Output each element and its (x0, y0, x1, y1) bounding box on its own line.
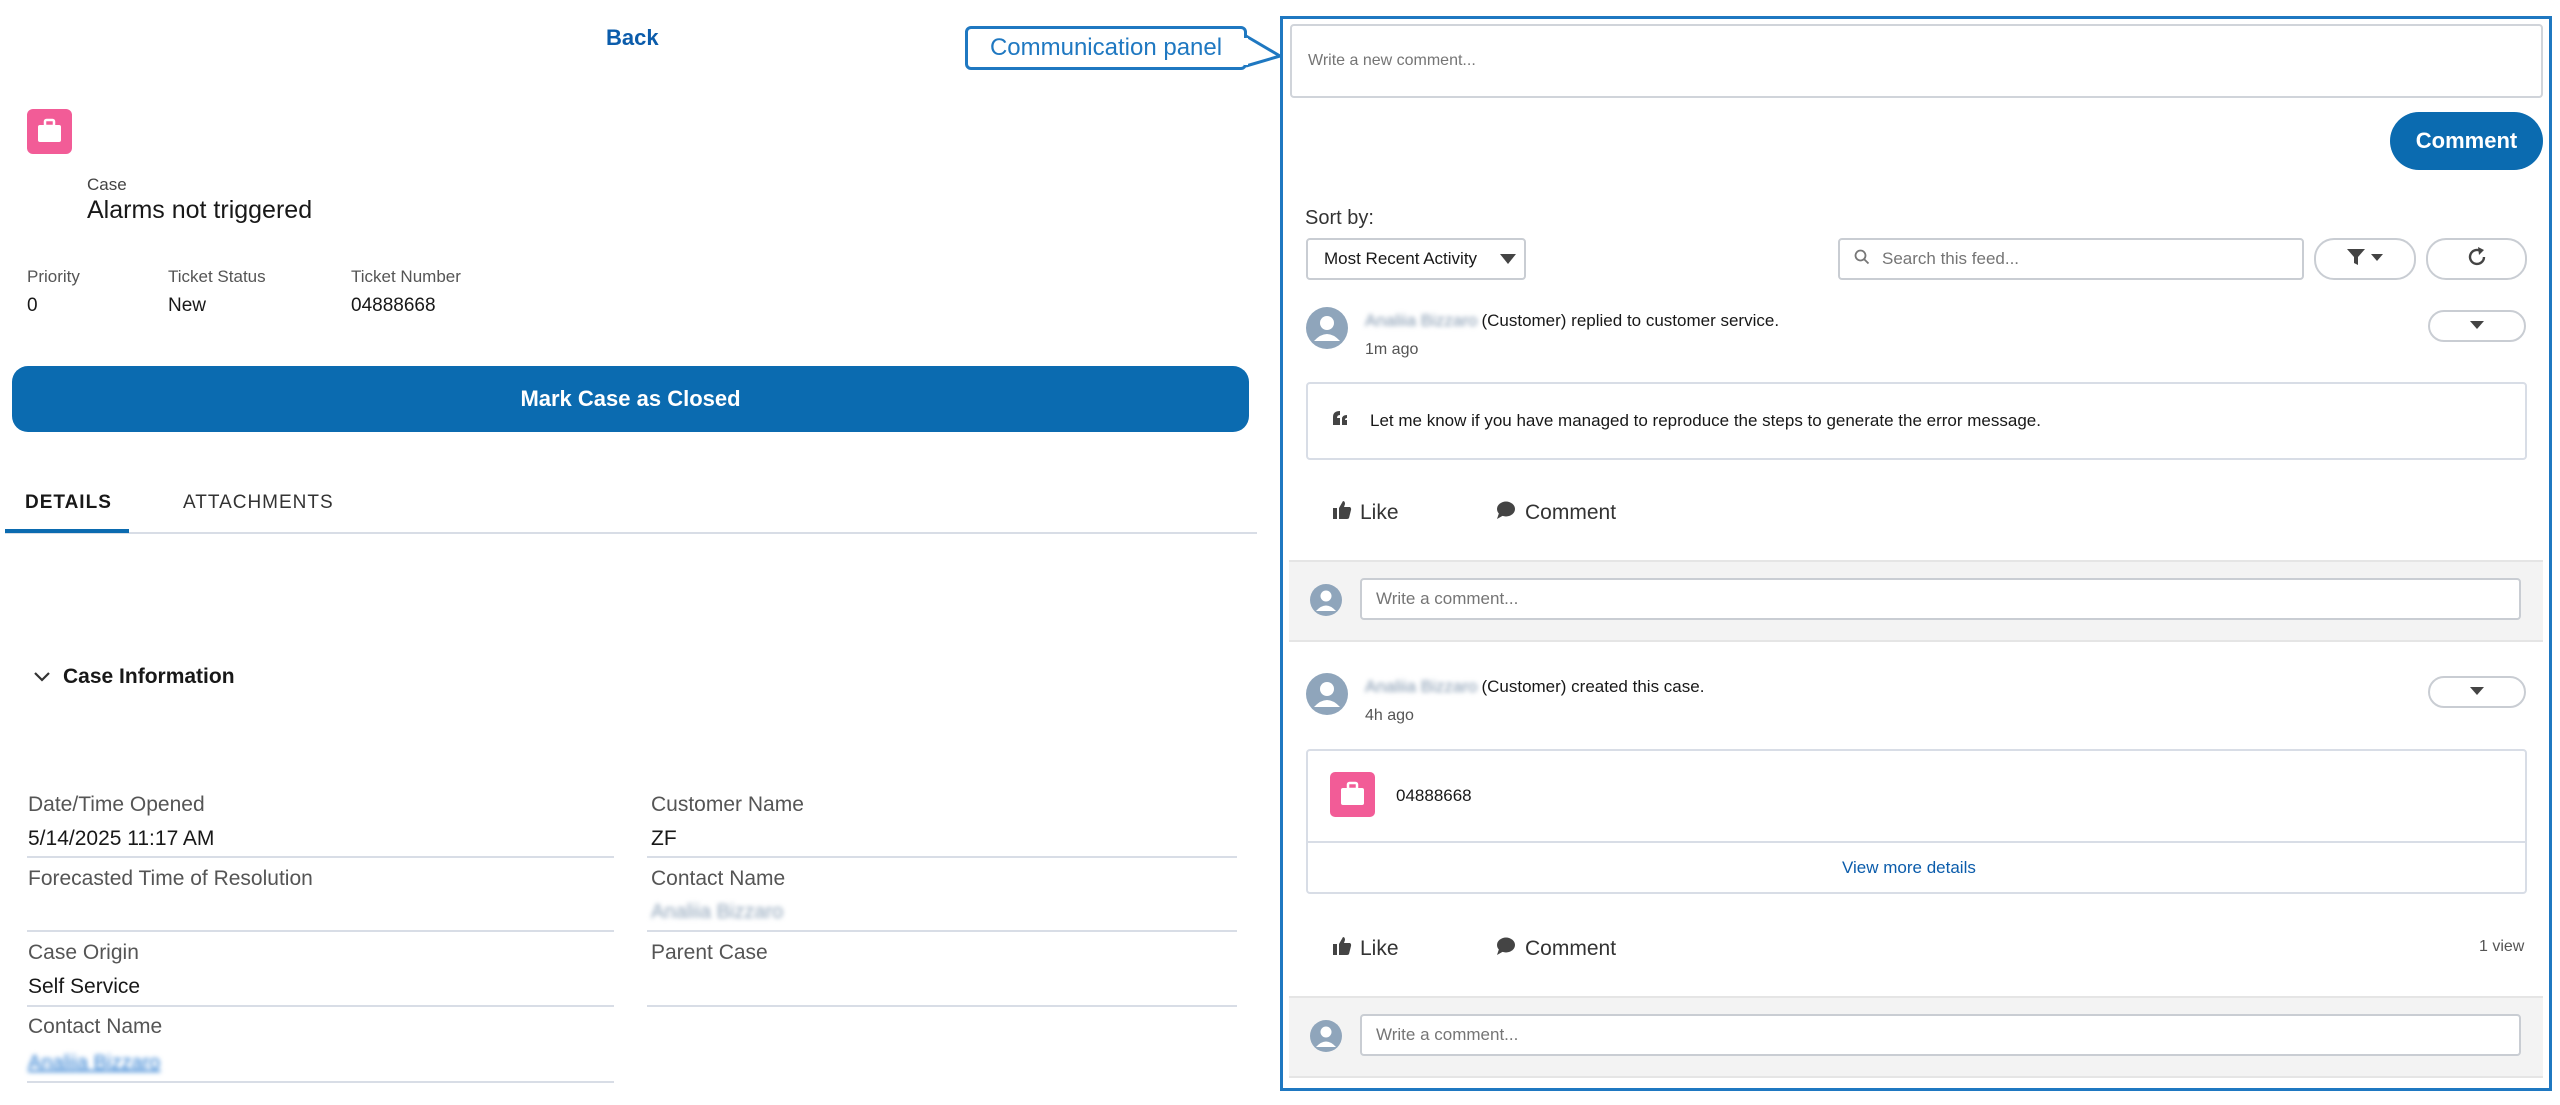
contact-name-label: Contact Name (651, 867, 786, 890)
customer-name-value: ZF (651, 827, 677, 850)
field-divider (27, 930, 614, 932)
post-timestamp[interactable]: 4h ago (1365, 707, 1414, 725)
search-icon (1854, 249, 1870, 270)
chevron-down-icon (2469, 683, 2485, 701)
like-icon (1332, 500, 1352, 526)
post-menu-button[interactable] (2428, 676, 2526, 708)
view-more-details-link[interactable]: View more details (1842, 858, 1976, 878)
tabs-divider (5, 532, 1257, 534)
search-feed-field[interactable] (1838, 238, 2304, 280)
sort-label: Sort by: (1305, 207, 1374, 229)
parent-case-label: Parent Case (651, 941, 768, 964)
mark-case-closed-button[interactable]: Mark Case as Closed (12, 366, 1249, 432)
post-author[interactable]: Analiia Bizzaro (1365, 311, 1477, 331)
field-divider (647, 1005, 1237, 1007)
comment-action-label: Comment (1525, 501, 1617, 524)
quote-icon (1330, 409, 1352, 434)
case-icon (27, 109, 72, 154)
avatar-icon (1310, 1020, 1342, 1052)
object-type-label: Case (87, 175, 127, 194)
filter-icon (2345, 247, 2385, 272)
field-divider (647, 856, 1237, 858)
field-divider (27, 1005, 614, 1007)
filter-button[interactable] (2314, 238, 2416, 280)
new-comment-input[interactable] (1290, 24, 2543, 98)
search-feed-input[interactable] (1880, 248, 2280, 270)
like-icon (1332, 936, 1352, 962)
communication-panel-frame (1280, 16, 2552, 1091)
case-icon (1330, 772, 1375, 817)
section-title: Case Information (63, 665, 235, 688)
sort-value: Most Recent Activity (1324, 249, 1478, 268)
comment-action-label: Comment (1525, 937, 1617, 960)
forecast-label: Forecasted Time of Resolution (28, 867, 313, 890)
tab-attachments[interactable]: ATTACHMENTS (183, 492, 334, 514)
post-timestamp[interactable]: 1m ago (1365, 341, 1418, 359)
like-button[interactable]: Like (1332, 936, 1399, 962)
reply-input[interactable] (1360, 578, 2521, 620)
card-divider (1308, 841, 2525, 843)
chevron-down-icon (33, 668, 51, 686)
post-body-text: Let me know if you have managed to repro… (1370, 411, 2041, 430)
refresh-icon (2465, 245, 2489, 274)
case-origin-label: Case Origin (28, 941, 139, 964)
case-origin-value: Self Service (28, 975, 141, 998)
case-preview-number[interactable]: 04888668 (1396, 786, 1472, 806)
contact-name-2-label: Contact Name (28, 1015, 163, 1038)
like-button[interactable]: Like (1332, 500, 1399, 526)
communication-panel-callout: Communication panel (965, 26, 1247, 70)
field-divider (647, 930, 1237, 932)
like-label: Like (1360, 501, 1399, 524)
avatar-icon (1306, 673, 1348, 715)
date-opened-label: Date/Time Opened (28, 793, 205, 816)
date-opened-value: 5/14/2025 11:17 AM (28, 827, 215, 850)
comment-button[interactable]: Comment (2390, 112, 2543, 170)
comment-icon (1495, 936, 1517, 962)
field-divider (27, 856, 614, 858)
customer-name-label: Customer Name (651, 793, 804, 816)
comment-action-button[interactable]: Comment (1495, 500, 1616, 526)
callout-pointer (1244, 34, 1282, 68)
contact-name-value: Analiia Bizzaro (651, 901, 784, 923)
post-body-card: Let me know if you have managed to repro… (1306, 382, 2527, 460)
post-header: Analiia Bizzaro (Customer) replied to cu… (1365, 311, 1779, 331)
like-label: Like (1360, 937, 1399, 960)
comment-action-button[interactable]: Comment (1495, 936, 1616, 962)
tab-details[interactable]: DETAILS (25, 492, 112, 514)
active-tab-indicator (5, 529, 129, 533)
post-action-text: (Customer) created this case. (1481, 677, 1705, 696)
priority-label: Priority (27, 267, 80, 286)
post-action-text: (Customer) replied to customer service. (1481, 311, 1780, 330)
reply-input[interactable] (1360, 1014, 2521, 1056)
post-menu-button[interactable] (2428, 310, 2526, 342)
ticket-number-label: Ticket Number (351, 267, 461, 286)
chevron-down-icon (1500, 254, 1516, 264)
avatar-icon (1310, 584, 1342, 616)
field-divider (27, 1081, 614, 1083)
ticket-status-label: Ticket Status (168, 267, 266, 286)
back-link[interactable]: Back (606, 25, 659, 51)
chevron-down-icon (2469, 317, 2485, 335)
post-header: Analiia Bizzaro (Customer) created this … (1365, 677, 1704, 697)
refresh-button[interactable] (2426, 238, 2527, 280)
comment-icon (1495, 500, 1517, 526)
case-subject: Alarms not triggered (87, 196, 313, 224)
case-information-section-toggle[interactable]: Case Information (33, 665, 235, 689)
contact-name-link[interactable]: Analiia Bizzaro (28, 1052, 160, 1075)
priority-value: 0 (27, 295, 38, 316)
ticket-number-value: 04888668 (351, 295, 436, 316)
avatar-icon (1306, 307, 1348, 349)
post-author[interactable]: Analiia Bizzaro (1365, 677, 1477, 697)
ticket-status-value: New (168, 295, 207, 316)
sort-select[interactable]: Most Recent Activity (1306, 238, 1526, 280)
view-count: 1 view (2479, 938, 2525, 955)
